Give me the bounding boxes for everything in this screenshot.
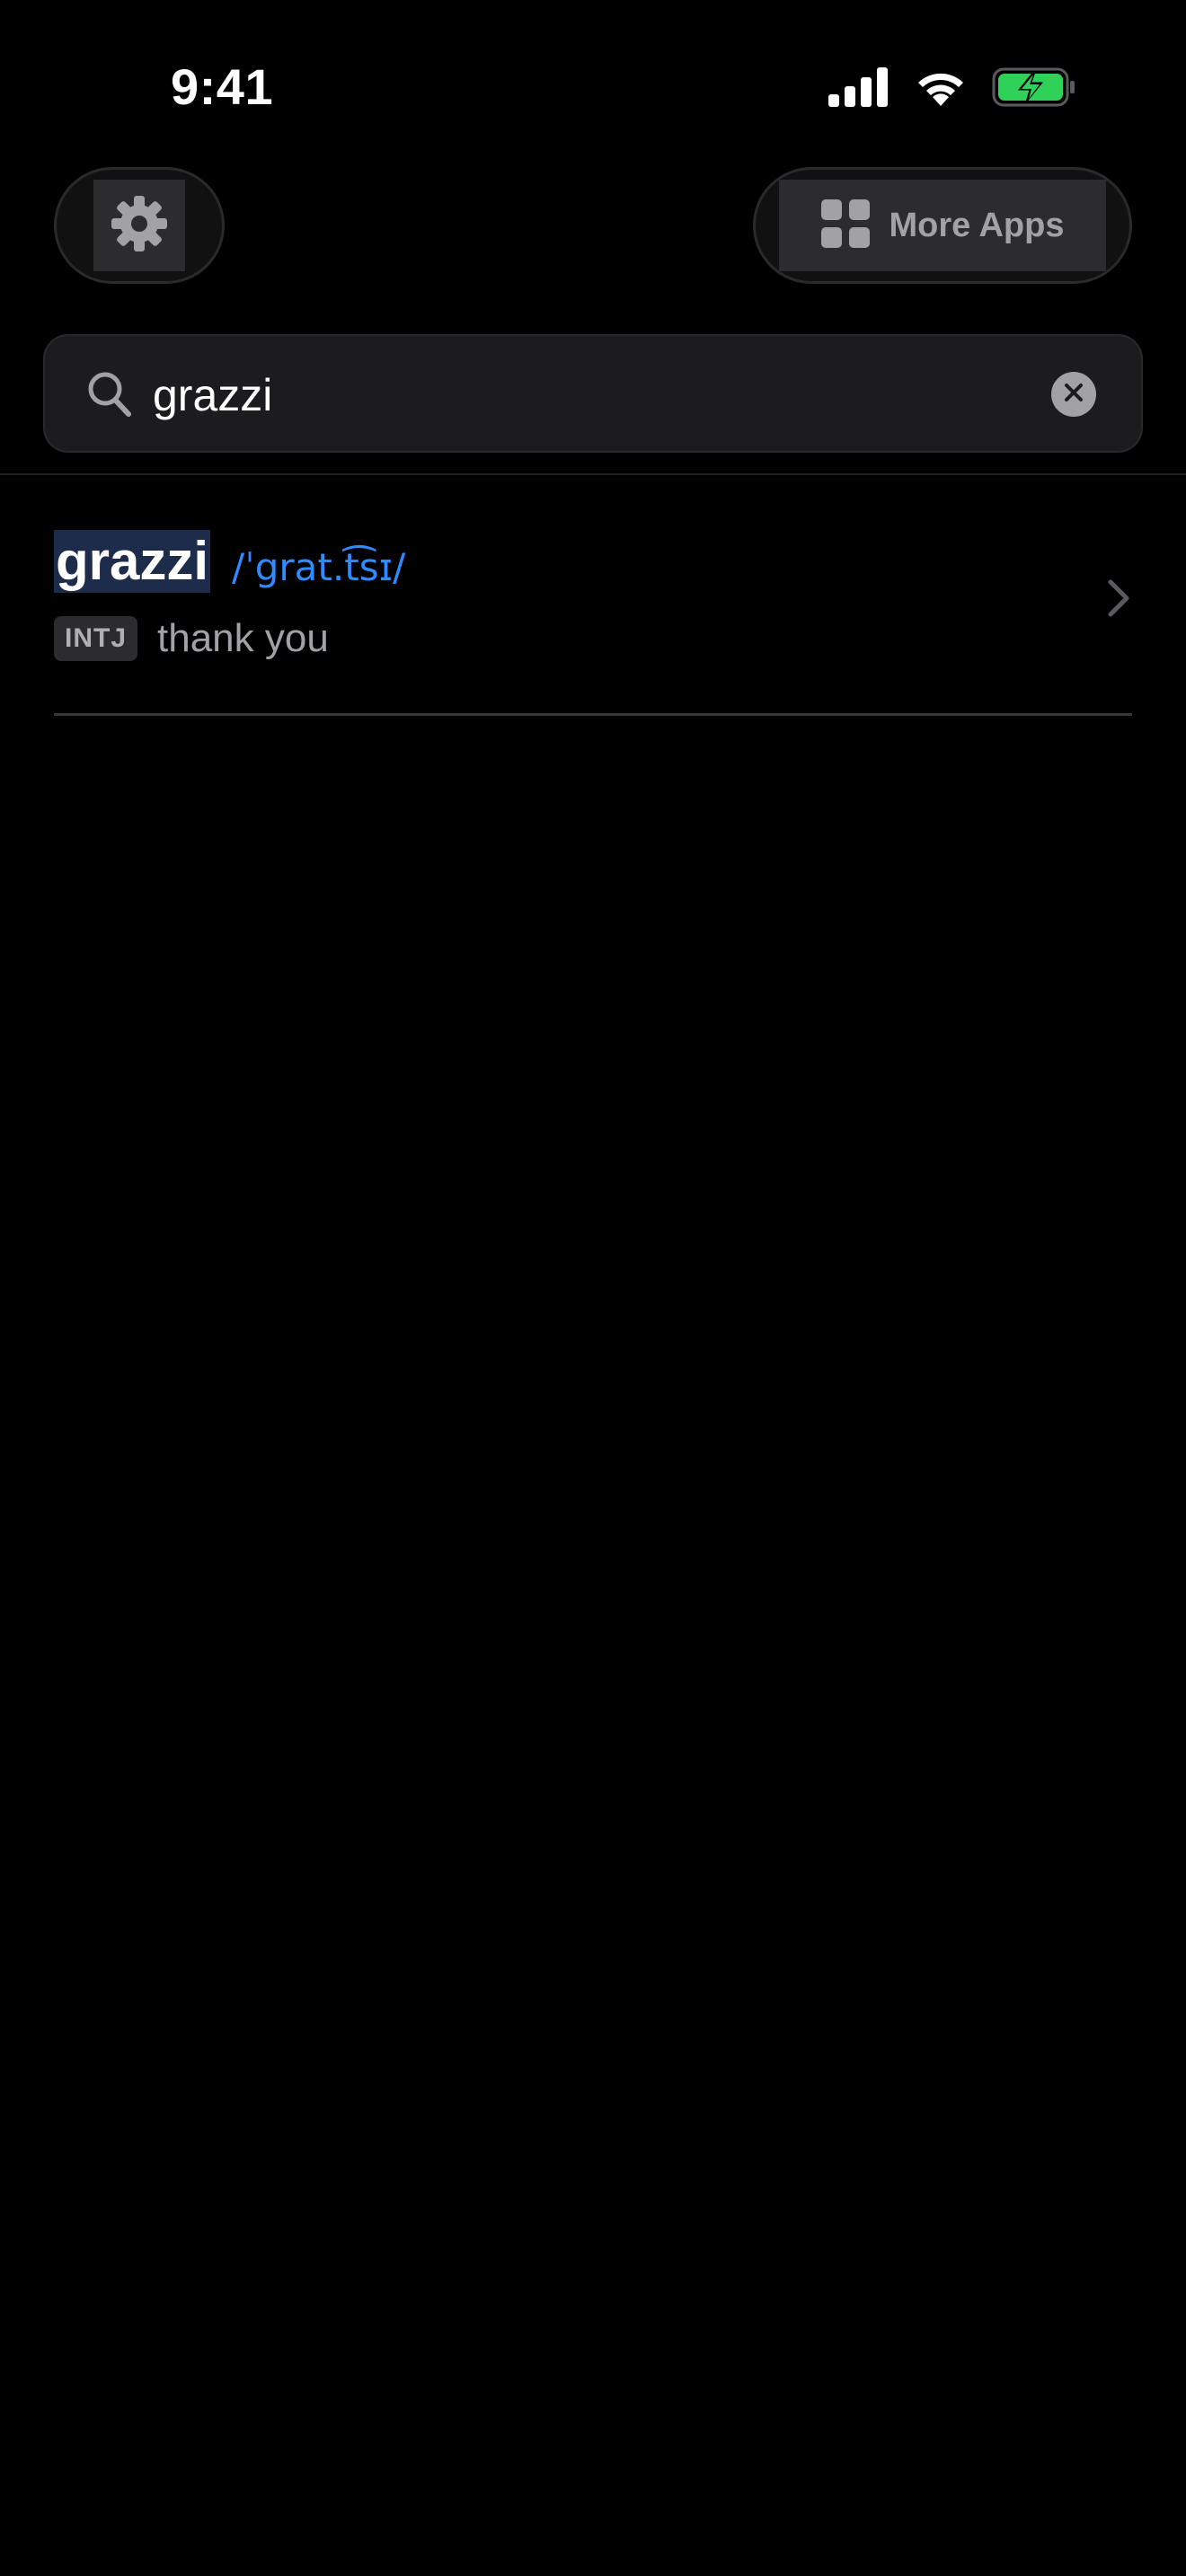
app-grid-icon xyxy=(820,198,870,252)
header-divider xyxy=(0,473,1186,475)
search-bar[interactable] xyxy=(43,334,1143,453)
search-icon xyxy=(86,370,133,423)
settings-button-inner[interactable] xyxy=(93,180,185,271)
search-input[interactable] xyxy=(153,359,979,431)
row-divider xyxy=(54,713,1132,716)
battery-charging-icon xyxy=(992,66,1076,108)
result-definition-line: INTJ thank you xyxy=(54,616,329,661)
cellular-signal-icon xyxy=(828,67,890,107)
result-pronunciation: /ˈgrat.t͡sɪ/ xyxy=(232,544,406,589)
wifi-icon xyxy=(913,66,969,108)
status-time: 9:41 xyxy=(171,58,274,115)
search-result-row[interactable]: grazzi /ˈgrat.t͡sɪ/ INTJ thank you xyxy=(0,503,1186,716)
result-word-line: grazzi /ˈgrat.t͡sɪ/ xyxy=(54,530,405,593)
clear-icon xyxy=(1064,383,1084,407)
more-apps-button-inner[interactable]: More Apps xyxy=(779,180,1106,271)
result-headword: grazzi xyxy=(54,530,211,593)
status-icons xyxy=(828,65,1076,110)
more-apps-button[interactable]: More Apps xyxy=(753,167,1132,284)
gear-icon xyxy=(110,194,169,258)
status-bar: 9:41 xyxy=(0,0,1186,171)
result-definition: thank you xyxy=(157,616,329,660)
settings-button[interactable] xyxy=(54,167,225,284)
more-apps-label: More Apps xyxy=(889,206,1065,244)
part-of-speech-badge: INTJ xyxy=(54,616,138,661)
clear-search-button[interactable] xyxy=(1051,372,1096,417)
chevron-right-icon xyxy=(1107,578,1130,622)
